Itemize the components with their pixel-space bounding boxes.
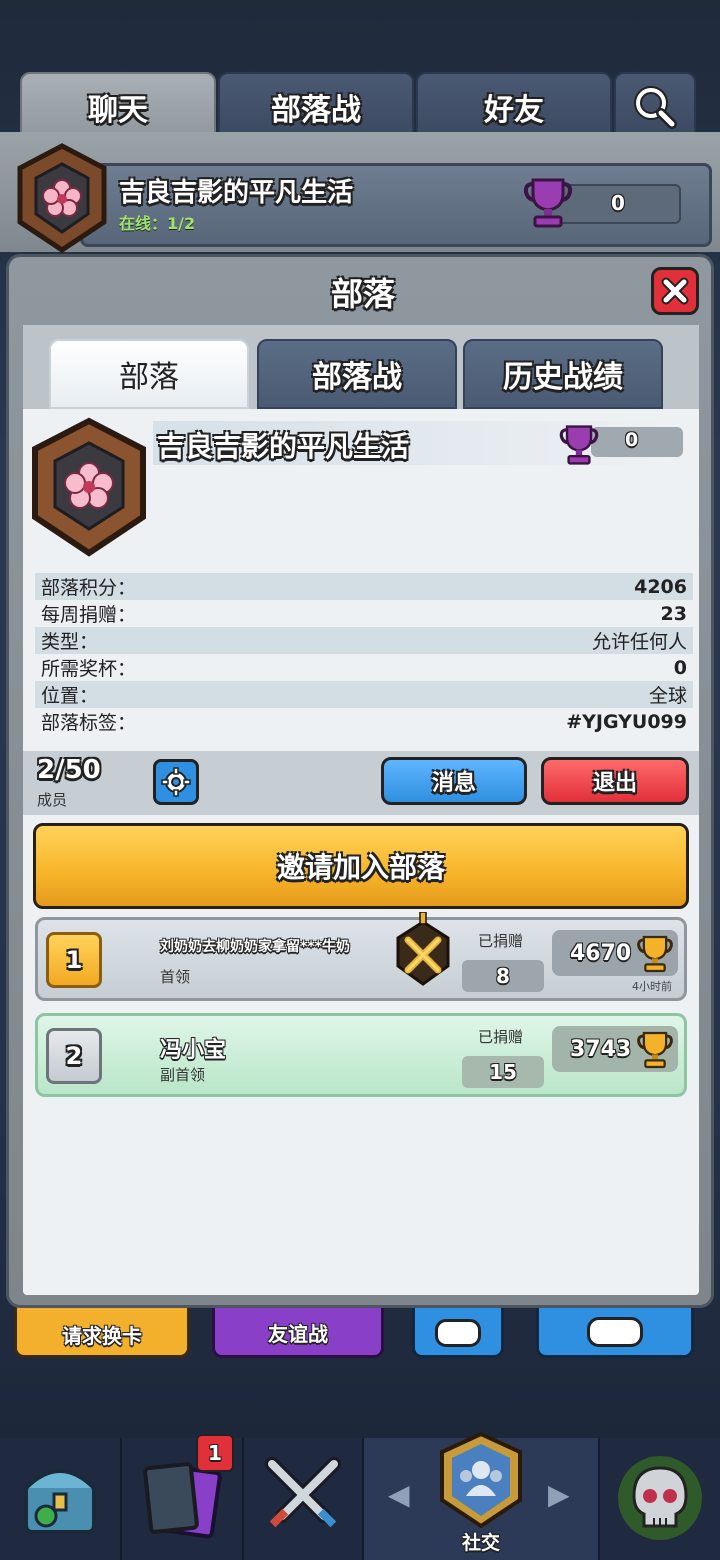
- nav-battle[interactable]: [244, 1438, 364, 1560]
- message-button[interactable]: 消息: [381, 757, 527, 805]
- clan-modal: 部落 部落 部落战 历史战绩 吉良吉影的平凡生活 0 部落积分： 4206 每周…: [6, 254, 714, 1308]
- header-clan-name: 吉良吉影的平凡生活: [119, 178, 354, 208]
- search-icon: [634, 86, 677, 129]
- trophy-icon: [523, 178, 573, 228]
- close-icon: [661, 277, 689, 305]
- modal-body: 部落 部落战 历史战绩 吉良吉影的平凡生活 0 部落积分： 4206 每周捐赠：…: [23, 325, 699, 1295]
- info-label: 部落积分：: [41, 577, 137, 599]
- tab-friends-label: 好友: [484, 93, 544, 128]
- tab-clan[interactable]: 部落: [49, 339, 249, 409]
- invite-button-label: 邀请加入部落: [276, 851, 445, 884]
- info-row-clan-tag: 部落标签： #YJGYU099: [35, 708, 693, 735]
- chat-icon: [587, 1317, 643, 1347]
- header-clan-badge: [17, 143, 107, 254]
- clan-badge: [32, 417, 146, 557]
- tab-chat-label: 聊天: [88, 93, 148, 128]
- trophy-icon: [637, 935, 673, 973]
- info-label: 部落标签：: [41, 712, 137, 734]
- tab-clan-war-label: 部落战: [271, 93, 361, 128]
- tab-history-label: 历史战绩: [503, 360, 623, 395]
- member-rank: 1: [46, 932, 102, 988]
- bottom-nav: 1 ◀ ▶ 社交: [0, 1431, 720, 1560]
- leave-button-label: 退出: [592, 771, 637, 796]
- trophy-icon: [637, 1031, 673, 1069]
- gear-icon: [161, 767, 191, 797]
- cards-badge: 1: [196, 1434, 234, 1472]
- chat-bubble-icon: [435, 1319, 481, 1347]
- members-count: 2/50: [37, 755, 101, 785]
- member-row[interactable]: 2 冯小宝 副首领 已捐赠 15 3743: [35, 1013, 687, 1097]
- info-label: 类型：: [41, 631, 99, 653]
- info-label: 位置：: [41, 685, 99, 707]
- info-row-clan-score: 部落积分： 4206: [35, 573, 693, 600]
- donated-count: 15: [462, 1056, 544, 1088]
- social-icon: [440, 1431, 522, 1529]
- chest-icon: [24, 1469, 96, 1534]
- leave-button[interactable]: 退出: [541, 757, 689, 805]
- nav-shop[interactable]: [0, 1438, 122, 1560]
- info-row-weekly-donations: 每周捐赠： 23: [35, 600, 693, 627]
- tab-clan-war-inner-label: 部落战: [312, 360, 402, 395]
- info-row-type: 类型： 允许任何人: [35, 627, 693, 654]
- header-clan-strip[interactable]: 吉良吉影的平凡生活 在线：1/2 0: [80, 163, 712, 247]
- clan-trophy-pill: 0: [591, 427, 683, 457]
- clan-trophy-count: 0: [625, 429, 639, 451]
- member-role: 首领: [160, 968, 191, 986]
- request-cards-label: 请求换卡: [62, 1323, 142, 1348]
- info-label: 每周捐赠：: [41, 604, 137, 626]
- info-value: 0: [673, 656, 687, 679]
- nav-events[interactable]: [600, 1438, 720, 1560]
- member-role: 副首领: [160, 1066, 206, 1084]
- friendly-battle-label: 友谊战: [268, 1321, 328, 1346]
- info-label: 所需奖杯：: [41, 658, 137, 680]
- info-value: 全球: [648, 685, 687, 707]
- last-seen: 4小时前: [632, 980, 672, 993]
- trophy-icon: [559, 425, 599, 465]
- modal-title: 部落: [330, 275, 395, 313]
- message-button-label: 消息: [431, 771, 476, 796]
- member-row[interactable]: 1 刘奶奶去柳奶奶家拿留***牛奶 首领 已捐赠 8 4670 4小时前: [35, 912, 687, 1001]
- members-label: 成员: [37, 791, 68, 809]
- tab-history[interactable]: 历史战绩: [463, 339, 663, 409]
- skull-icon: [618, 1456, 702, 1540]
- nav-cards[interactable]: 1: [122, 1434, 244, 1560]
- info-row-location: 位置： 全球: [35, 681, 693, 708]
- info-value: 4206: [634, 575, 687, 598]
- donated-count: 8: [462, 960, 544, 992]
- header-online-status: 在线：1/2: [119, 214, 196, 233]
- close-button[interactable]: [651, 267, 699, 315]
- tab-clan-war-inner[interactable]: 部落战: [257, 339, 457, 409]
- info-value: 允许任何人: [591, 631, 687, 653]
- donated-label: 已捐赠: [478, 1028, 524, 1046]
- info-value: 23: [660, 602, 687, 625]
- info-value: #YJGYU099: [566, 710, 687, 733]
- nav-social-label: 社交: [461, 1532, 500, 1554]
- member-name: 冯小宝: [160, 1038, 227, 1063]
- nav-right-arrow-icon[interactable]: ▶: [548, 1478, 570, 1511]
- leader-badge-icon: [396, 912, 450, 986]
- clan-name: 吉良吉影的平凡生活: [157, 430, 410, 463]
- donated-label: 已捐赠: [478, 932, 524, 950]
- info-row-required-trophies: 所需奖杯： 0: [35, 654, 693, 681]
- settings-button[interactable]: [153, 759, 199, 805]
- header-trophy-count: 0: [611, 191, 625, 215]
- clan-name-strip: 吉良吉影的平凡生活 0: [153, 421, 683, 465]
- tab-clan-label: 部落: [119, 360, 179, 395]
- member-rank: 2: [46, 1028, 102, 1084]
- crossed-swords-icon: [265, 1457, 341, 1528]
- invite-button[interactable]: 邀请加入部落: [33, 823, 689, 909]
- member-name: 刘奶奶去柳奶奶家拿留***牛奶: [160, 939, 350, 955]
- members-bar: 2/50 成员 消息 退出: [23, 751, 699, 815]
- nav-social[interactable]: ◀ ▶ 社交: [364, 1431, 600, 1560]
- nav-left-arrow-icon[interactable]: ◀: [388, 1478, 410, 1511]
